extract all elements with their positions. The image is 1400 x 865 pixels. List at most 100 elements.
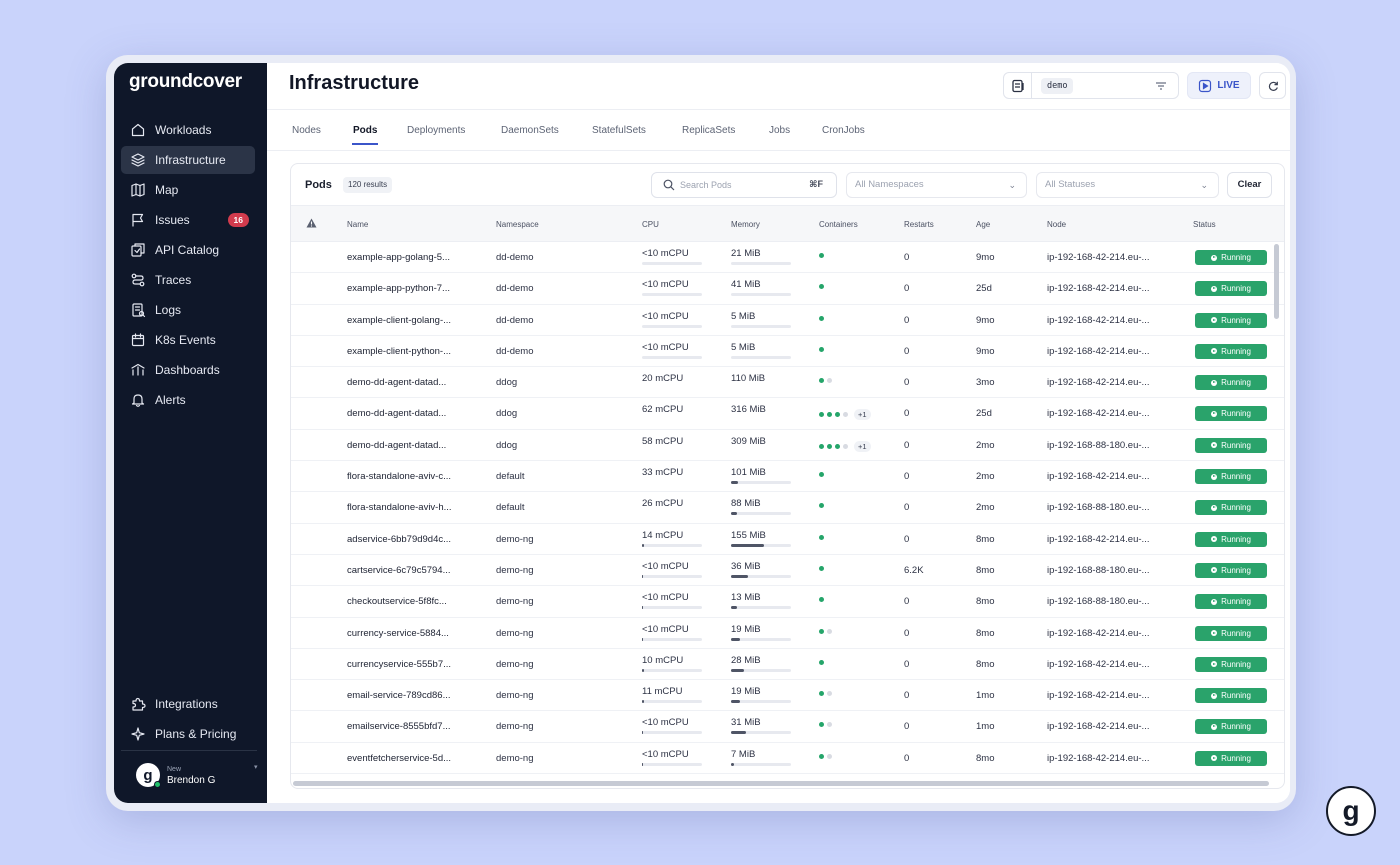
- pod-node[interactable]: ip-192-168-42-214.eu-...: [1047, 283, 1149, 294]
- tab-statefulsets[interactable]: StatefulSets: [592, 125, 646, 145]
- pod-name[interactable]: demo-dd-agent-datad...: [347, 440, 446, 451]
- containers-indicator[interactable]: [819, 284, 827, 290]
- column-header-name[interactable]: Name: [347, 220, 368, 229]
- containers-indicator[interactable]: [819, 253, 827, 258]
- table-row[interactable]: cartservice-6c79c5794... demo-ng <10 mCPU 3…: [291, 555, 1284, 587]
- pod-name[interactable]: cartservice-6c79c5794...: [347, 565, 451, 576]
- sidebar-item-traces[interactable]: Traces: [121, 266, 255, 294]
- table-row[interactable]: example-app-python-7... dd-demo <10 mCPU 41…: [291, 273, 1284, 305]
- pod-node[interactable]: ip-192-168-42-214.eu-...: [1047, 659, 1149, 670]
- pod-node[interactable]: ip-192-168-42-214.eu-...: [1047, 471, 1149, 482]
- containers-indicator[interactable]: [819, 659, 827, 665]
- sidebar-item-issues[interactable]: Issues 16: [121, 206, 255, 234]
- pod-name[interactable]: example-app-python-7...: [347, 283, 450, 294]
- sidebar-item-map[interactable]: Map: [121, 176, 255, 204]
- search-input[interactable]: [680, 180, 790, 190]
- table-row[interactable]: eventfetcherservice-5d... demo-ng <10 mCPU…: [291, 743, 1284, 775]
- live-button[interactable]: LIVE: [1187, 72, 1251, 99]
- pod-name[interactable]: demo-dd-agent-datad...: [347, 408, 446, 419]
- warning-icon[interactable]: [306, 218, 317, 228]
- table-row[interactable]: checkoutservice-5f8fc... demo-ng <10 mCPU 1…: [291, 586, 1284, 618]
- containers-indicator[interactable]: [819, 346, 827, 352]
- filter-icon[interactable]: [1154, 79, 1168, 93]
- column-header-containers[interactable]: Containers: [819, 220, 858, 229]
- pod-name[interactable]: example-client-golang-...: [347, 315, 451, 326]
- column-header-age[interactable]: Age: [976, 220, 990, 229]
- pod-name[interactable]: flora-standalone-aviv-h...: [347, 502, 452, 513]
- pod-node[interactable]: ip-192-168-42-214.eu-...: [1047, 408, 1149, 419]
- pod-node[interactable]: ip-192-168-42-214.eu-...: [1047, 346, 1149, 357]
- tab-nodes[interactable]: Nodes: [292, 125, 321, 145]
- sidebar-item-k8s-events[interactable]: K8s Events: [121, 326, 255, 354]
- tab-jobs[interactable]: Jobs: [769, 125, 790, 145]
- pod-node[interactable]: ip-192-168-88-180.eu-...: [1047, 502, 1149, 513]
- table-row[interactable]: currencyservice-555b7... demo-ng 10 mCPU 28…: [291, 649, 1284, 681]
- pod-node[interactable]: ip-192-168-42-214.eu-...: [1047, 315, 1149, 326]
- containers-more-badge[interactable]: +1: [854, 409, 871, 421]
- sidebar-item-dashboards[interactable]: Dashboards: [121, 356, 255, 384]
- table-row[interactable]: currency-service-5884... demo-ng <10 mCPU 1…: [291, 618, 1284, 649]
- pod-node[interactable]: ip-192-168-42-214.eu-...: [1047, 534, 1149, 545]
- sidebar-item-workloads[interactable]: Workloads: [121, 116, 255, 144]
- sidebar-item-api-catalog[interactable]: API Catalog: [121, 236, 255, 264]
- pod-name[interactable]: demo-dd-agent-datad...: [347, 377, 446, 388]
- pod-name[interactable]: currency-service-5884...: [347, 628, 449, 639]
- table-row[interactable]: emailservice-8555bfd7... demo-ng <10 mCPU 3…: [291, 711, 1284, 743]
- column-header-namespace[interactable]: Namespace: [496, 220, 539, 229]
- table-row[interactable]: flora-standalone-aviv-c... default 33 mCPU…: [291, 461, 1284, 493]
- pod-name[interactable]: example-app-golang-5...: [347, 252, 450, 263]
- search-box[interactable]: ⌘F: [651, 172, 837, 198]
- tab-cronjobs[interactable]: CronJobs: [822, 125, 865, 145]
- table-row[interactable]: demo-dd-agent-datad... ddog 62 mCPU 316 MiB…: [291, 398, 1284, 430]
- sidebar-item-logs[interactable]: Logs: [121, 296, 255, 324]
- statuses-dropdown[interactable]: All Statuses ⌄: [1036, 172, 1219, 198]
- clear-button[interactable]: Clear: [1227, 172, 1272, 198]
- pod-node[interactable]: ip-192-168-42-214.eu-...: [1047, 753, 1149, 764]
- pod-name[interactable]: currencyservice-555b7...: [347, 659, 451, 670]
- containers-indicator[interactable]: [819, 753, 835, 759]
- containers-indicator[interactable]: +1: [819, 409, 871, 421]
- containers-indicator[interactable]: [819, 534, 827, 540]
- column-header-cpu[interactable]: CPU: [642, 220, 659, 229]
- table-row[interactable]: demo-dd-agent-datad... ddog 58 mCPU 309 MiB…: [291, 430, 1284, 462]
- horizontal-scrollbar[interactable]: [293, 781, 1269, 786]
- user-menu-caret-icon[interactable]: ▾: [254, 763, 258, 771]
- table-row[interactable]: email-service-789cd86... demo-ng 11 mCPU 19…: [291, 680, 1284, 712]
- pod-name[interactable]: checkoutservice-5f8fc...: [347, 596, 447, 607]
- sidebar-item-integrations[interactable]: Integrations: [121, 690, 255, 718]
- containers-more-badge[interactable]: +1: [854, 440, 871, 452]
- tab-deployments[interactable]: Deployments: [407, 125, 465, 145]
- namespace-chip[interactable]: demo: [1041, 78, 1074, 94]
- pod-node[interactable]: ip-192-168-42-214.eu-...: [1047, 721, 1149, 732]
- pod-name[interactable]: example-client-python-...: [347, 346, 451, 357]
- table-row[interactable]: adservice-6bb79d9d4c... demo-ng 14 mCPU 155…: [291, 524, 1284, 555]
- containers-indicator[interactable]: [819, 565, 827, 571]
- tab-replicasets[interactable]: ReplicaSets: [682, 125, 735, 145]
- pod-name[interactable]: flora-standalone-aviv-c...: [347, 471, 451, 482]
- vertical-scrollbar[interactable]: [1274, 244, 1279, 319]
- pod-node[interactable]: ip-192-168-88-180.eu-...: [1047, 565, 1149, 576]
- pod-name[interactable]: email-service-789cd86...: [347, 690, 451, 701]
- table-row[interactable]: example-client-python-... dd-demo <10 mCPU…: [291, 336, 1284, 368]
- containers-indicator[interactable]: +1: [819, 440, 871, 452]
- user-profile[interactable]: g New Brendon G: [136, 763, 215, 788]
- sidebar-item-alerts[interactable]: Alerts: [121, 386, 255, 414]
- containers-indicator[interactable]: [819, 315, 827, 321]
- pod-name[interactable]: eventfetcherservice-5d...: [347, 753, 451, 764]
- refresh-button[interactable]: [1259, 72, 1286, 99]
- pod-node[interactable]: ip-192-168-88-180.eu-...: [1047, 440, 1149, 451]
- containers-indicator[interactable]: [819, 472, 827, 478]
- table-row[interactable]: flora-standalone-aviv-h... default 26 mCPU…: [291, 492, 1284, 524]
- table-row[interactable]: demo-dd-agent-datad... ddog 20 mCPU 110 MiB…: [291, 367, 1284, 399]
- table-row[interactable]: example-client-golang-... dd-demo <10 mCPU…: [291, 305, 1284, 336]
- column-header-node[interactable]: Node: [1047, 220, 1066, 229]
- sidebar-item-plans-pricing[interactable]: Plans & Pricing: [121, 720, 255, 748]
- containers-indicator[interactable]: [819, 503, 827, 509]
- pod-node[interactable]: ip-192-168-42-214.eu-...: [1047, 377, 1149, 388]
- pod-node[interactable]: ip-192-168-88-180.eu-...: [1047, 596, 1149, 607]
- containers-indicator[interactable]: [819, 628, 835, 634]
- containers-indicator[interactable]: [819, 378, 835, 384]
- tab-daemonsets[interactable]: DaemonSets: [501, 125, 559, 145]
- namespaces-dropdown[interactable]: All Namespaces ⌄: [846, 172, 1027, 198]
- containers-indicator[interactable]: [819, 597, 827, 603]
